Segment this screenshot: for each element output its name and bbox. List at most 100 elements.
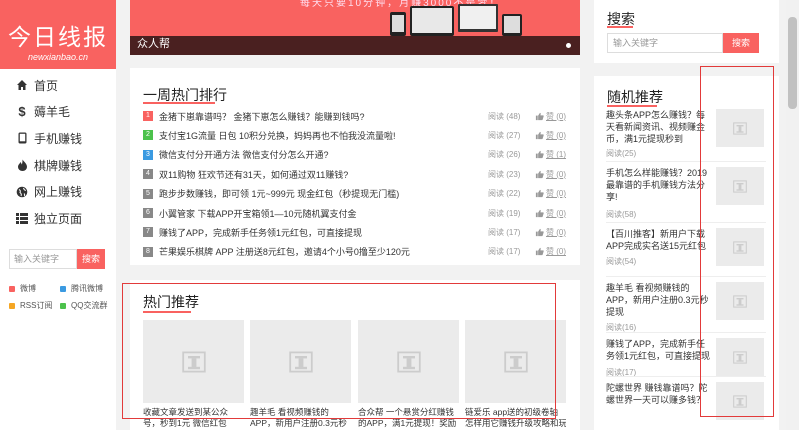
- nav-item-wool[interactable]: $ 薅羊毛: [0, 99, 116, 126]
- list-icon: [15, 211, 29, 225]
- random-item-title[interactable]: 趣羊毛 看视频赚钱的APP，新用户注册0.3元秒提现: [606, 282, 711, 318]
- sidebar-search-button[interactable]: 搜索: [77, 249, 105, 269]
- site-logo[interactable]: 今日线报 newxianbao.cn: [0, 0, 116, 69]
- devices-illustration: [390, 4, 522, 36]
- nav-label: 网上赚钱: [34, 185, 83, 200]
- image-placeholder-icon[interactable]: [716, 109, 764, 147]
- rank-title-link[interactable]: 双11购物 狂欢节还有31天，如何通过双11赚钱?: [159, 168, 488, 181]
- random-item-title[interactable]: 趣头条APP怎么赚钱？每天看新闻资讯、视频赚金币，满1元提现秒到: [606, 109, 711, 145]
- rank-title-link[interactable]: 金猪下崽靠谱吗？ 金猪下崽怎么赚钱？能赚到钱吗?: [159, 110, 488, 123]
- banner-slider[interactable]: 每天只要10分钟，月赚3000不是梦！ 众人帮: [130, 0, 580, 55]
- logo-subtitle: newxianbao.cn: [27, 52, 89, 62]
- recommend-card-title-line2[interactable]: 号，秒到1元 微信红包: [143, 418, 244, 429]
- rank-number: 1: [143, 111, 153, 121]
- recommend-card[interactable]: 合众帮 一个悬赏分红赚钱 的APP，满1元提现！奖励: [358, 320, 459, 429]
- hot-recommend-panel: 热门推荐 收藏文章发送到某公众 号，秒到1元 微信红包 趣羊毛 看视频赚钱的 A…: [130, 280, 580, 430]
- image-placeholder-icon[interactable]: [716, 167, 764, 205]
- nav-item-pages[interactable]: 独立页面: [0, 205, 116, 232]
- rank-row[interactable]: 4 双11购物 狂欢节还有31天，如何通过双11赚钱? 阅读 (23) 赞 (0…: [143, 166, 568, 182]
- like-button[interactable]: 赞 (0): [535, 246, 568, 257]
- recommend-card[interactable]: 收藏文章发送到某公众 号，秒到1元 微信红包: [143, 320, 244, 429]
- image-placeholder-icon[interactable]: [716, 228, 764, 266]
- random-item-views: 阅读(54): [606, 257, 637, 266]
- rank-title-link[interactable]: 赚钱了APP，完成新手任务领1元红包，可直接提现: [159, 226, 488, 239]
- random-item-views: 阅读(25): [606, 149, 637, 158]
- recommend-card-title-line2[interactable]: APP，新用户注册0.3元秒: [250, 418, 351, 429]
- title-underline: [143, 311, 191, 313]
- image-placeholder-icon[interactable]: [716, 282, 764, 320]
- left-sidebar: 今日线报 newxianbao.cn 首页 $ 薅羊毛 手机赚钱 棋牌赚钱 网上…: [0, 0, 116, 430]
- divider: [606, 222, 766, 223]
- recommend-card-title[interactable]: 收藏文章发送到某公众: [143, 407, 244, 418]
- recommend-card-title[interactable]: 趣羊毛 看视频赚钱的: [250, 407, 351, 418]
- random-item-title[interactable]: 赚钱了APP，完成新手任务领1元红包，可直接提现: [606, 338, 711, 362]
- banner-caption[interactable]: 众人帮: [137, 35, 170, 51]
- like-button[interactable]: 赞 (0): [535, 188, 568, 199]
- rank-row[interactable]: 1 金猪下崽靠谱吗？ 金猪下崽怎么赚钱？能赚到钱吗? 阅读 (48) 赞 (0): [143, 108, 568, 124]
- rank-row[interactable]: 7 赚钱了APP，完成新手任务领1元红包，可直接提现 阅读 (17) 赞 (0): [143, 224, 568, 240]
- like-button[interactable]: 赞 (1): [535, 149, 568, 160]
- like-button[interactable]: 赞 (0): [535, 111, 568, 122]
- scrollbar-thumb[interactable]: [788, 17, 797, 109]
- recommend-card-title-line2[interactable]: 怎样用它赚钱升级攻略和玩: [465, 418, 566, 429]
- random-item-title[interactable]: 陀螺世界 赚钱靠谱吗？陀螺世界一天可以赚多钱？: [606, 382, 711, 406]
- rank-title-link[interactable]: 芒果娱乐棋牌 APP 注册送8元红包，邀请4个小号0撸至少120元: [159, 245, 488, 258]
- globe-icon: [15, 185, 29, 199]
- recommend-card[interactable]: 链爱乐 app送的初级卷轴 怎样用它赚钱升级攻略和玩: [465, 320, 566, 429]
- image-placeholder-icon[interactable]: [250, 320, 351, 403]
- rank-title-link[interactable]: 支付宝1G流量 日包 10积分兑换，妈妈再也不怕我没流量啦!: [159, 129, 488, 142]
- rank-views: 阅读 (26): [488, 150, 521, 160]
- phone-icon: [15, 131, 29, 145]
- rank-row[interactable]: 6 小翼管家 下载APP开宝箱领1—10元随机翼支付金 阅读 (19) 赞 (0…: [143, 205, 568, 221]
- image-placeholder-icon[interactable]: [143, 320, 244, 403]
- rank-row[interactable]: 3 微信支付分开通方法 微信支付分怎么开通? 阅读 (26) 赞 (1): [143, 147, 568, 163]
- right-search-input[interactable]: 输入关键字: [607, 33, 723, 53]
- image-placeholder-icon[interactable]: [716, 338, 764, 376]
- title-underline: [607, 105, 657, 107]
- slider-dot[interactable]: [566, 43, 571, 48]
- rank-number: 7: [143, 227, 153, 238]
- rank-row[interactable]: 2 支付宝1G流量 日包 10积分兑换，妈妈再也不怕我没流量啦! 阅读 (27)…: [143, 127, 568, 143]
- recommend-card-title[interactable]: 链爱乐 app送的初级卷轴: [465, 407, 566, 418]
- tencent-weibo-link[interactable]: 腾讯微博: [60, 283, 103, 294]
- like-button[interactable]: 赞 (0): [535, 227, 568, 238]
- like-button[interactable]: 赞 (0): [535, 169, 568, 180]
- rank-number: 3: [143, 149, 153, 160]
- image-placeholder-icon[interactable]: [358, 320, 459, 403]
- hot-recommend-title: 热门推荐: [143, 294, 199, 310]
- thumbs-up-icon: [535, 209, 544, 217]
- qq-group-link[interactable]: QQ交流群: [60, 300, 107, 311]
- rank-title-link[interactable]: 跑步步数赚钱，即可领 1元~999元 现金红包（秒提现无门槛): [159, 187, 488, 200]
- thumbs-up-icon: [535, 189, 544, 198]
- nav-item-home[interactable]: 首页: [0, 72, 116, 99]
- thumbs-up-icon: [535, 228, 544, 236]
- rank-number: 8: [143, 246, 153, 257]
- rank-title-link[interactable]: 小翼管家 下载APP开宝箱领1—10元随机翼支付金: [159, 207, 488, 220]
- random-item-title[interactable]: 手机怎么样能赚钱？2019最靠谱的手机赚钱方法分享!: [606, 167, 711, 203]
- random-item-views: 阅读(58): [606, 210, 637, 219]
- image-placeholder-icon[interactable]: [465, 320, 566, 403]
- thumbs-up-icon: [535, 151, 544, 159]
- nav-item-phone[interactable]: 手机赚钱: [0, 125, 116, 152]
- nav-item-chess[interactable]: 棋牌赚钱: [0, 152, 116, 179]
- recommend-card-title[interactable]: 合众帮 一个悬赏分红赚钱: [358, 407, 459, 418]
- sidebar-search-input[interactable]: 输入关键字: [9, 249, 77, 269]
- like-button[interactable]: 赞 (0): [535, 130, 568, 141]
- like-button[interactable]: 赞 (0): [535, 208, 568, 219]
- rank-row[interactable]: 5 跑步步数赚钱，即可领 1元~999元 现金红包（秒提现无门槛) 阅读 (22…: [143, 186, 568, 202]
- page-scrollbar[interactable]: [786, 0, 799, 430]
- rank-title-link[interactable]: 微信支付分开通方法 微信支付分怎么开通?: [159, 148, 488, 161]
- rss-link[interactable]: RSS订阅: [9, 300, 52, 311]
- nav-label: 独立页面: [34, 211, 83, 226]
- image-placeholder-icon[interactable]: [716, 382, 764, 420]
- rank-views: 阅读 (17): [488, 227, 521, 237]
- recommend-card[interactable]: 趣羊毛 看视频赚钱的 APP，新用户注册0.3元秒: [250, 320, 351, 429]
- recommend-card-title-line2[interactable]: 的APP，满1元提现！奖励: [358, 418, 459, 429]
- tencent-weibo-icon: [60, 285, 66, 292]
- weibo-link[interactable]: 微博: [9, 283, 36, 294]
- right-search-button[interactable]: 搜索: [723, 33, 759, 53]
- rss-icon: [9, 302, 15, 309]
- random-item-title[interactable]: 【百川推客】新用户下载APP完成实名送15元红包: [606, 228, 711, 252]
- nav-item-online[interactable]: 网上赚钱: [0, 178, 116, 205]
- rank-row[interactable]: 8 芒果娱乐棋牌 APP 注册送8元红包，邀请4个小号0撸至少120元 阅读 (…: [143, 244, 568, 260]
